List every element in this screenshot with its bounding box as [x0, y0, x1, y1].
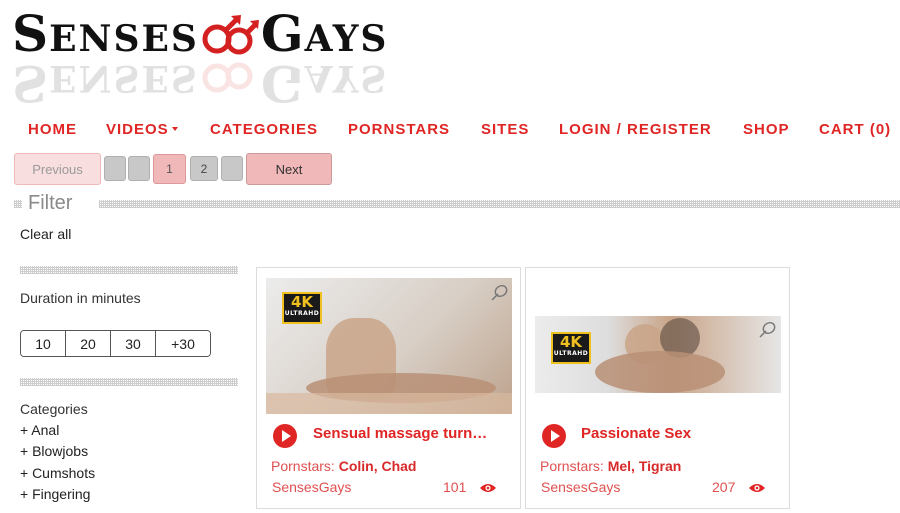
divider [20, 378, 238, 386]
duration-filter: 10 20 30 +30 [20, 330, 211, 357]
video-site[interactable]: SensesGays [541, 479, 620, 495]
thumbnail-figure [266, 393, 512, 414]
pornstars-label: Pornstars: [271, 458, 335, 474]
pornstars-names[interactable]: Colin, Chad [339, 458, 417, 474]
nav-shop[interactable]: SHOP [743, 121, 790, 138]
duration-20-button[interactable]: 20 [66, 331, 111, 356]
duration-30plus-button[interactable]: +30 [156, 331, 210, 356]
logo-reflection: SENSES GAYS [12, 54, 389, 113]
category-fingering[interactable]: + Fingering [20, 486, 90, 502]
categories-label: Categories [20, 401, 88, 417]
video-thumbnail[interactable]: 4K ULTRAHD [535, 316, 781, 393]
divider [99, 200, 900, 208]
nav-pornstars[interactable]: PORNSTARS [348, 121, 450, 138]
page: SENSES GAYS SENSES GAYS HOME VIDEOS CATEGO… [0, 0, 900, 513]
nav-categories[interactable]: CATEGORIES [210, 121, 318, 138]
page-1-button[interactable]: 1 [153, 154, 186, 184]
video-title[interactable]: Passionate Sex [581, 425, 691, 442]
video-title[interactable]: Sensual massage turn… [313, 425, 487, 442]
video-site[interactable]: SensesGays [272, 479, 351, 495]
male-male-symbol-icon [202, 15, 259, 55]
caret-down-icon [171, 127, 178, 131]
nav-login-register[interactable]: LOGIN / REGISTER [559, 121, 712, 138]
page-2-button[interactable]: 2 [190, 156, 218, 181]
video-card[interactable]: 4K ULTRAHD Passionate Sex Pornstars: Mel,… [525, 267, 790, 509]
duration-30-button[interactable]: 30 [111, 331, 156, 356]
filter-heading: Filter [28, 192, 73, 214]
toy-icon[interactable] [757, 320, 777, 340]
play-icon[interactable] [272, 423, 298, 449]
nav-cart[interactable]: CART (0) [819, 121, 891, 138]
category-blowjobs[interactable]: + Blowjobs [20, 443, 88, 459]
pagination-spacer [128, 156, 150, 181]
video-thumbnail[interactable]: 4K ULTRAHD [266, 278, 512, 414]
4k-badge-icon: 4K ULTRAHD [551, 332, 591, 364]
pornstars-line: Pornstars: Mel, Tigran [540, 458, 681, 474]
pornstars-label: Pornstars: [540, 458, 604, 474]
site-logo[interactable]: SENSES GAYS SENSES GAYS [12, 4, 412, 113]
nav-videos[interactable]: VIDEOS [106, 121, 178, 138]
duration-label: Duration in minutes [20, 290, 141, 306]
next-page-button[interactable]: Next [246, 153, 332, 185]
category-cumshots[interactable]: + Cumshots [20, 465, 95, 481]
view-count: 207 [712, 479, 736, 495]
pagination-spacer [221, 156, 243, 181]
pornstars-line: Pornstars: Colin, Chad [271, 458, 416, 474]
view-count: 101 [443, 479, 467, 495]
nav-sites[interactable]: SITES [481, 121, 529, 138]
duration-10-button[interactable]: 10 [21, 331, 66, 356]
nav-videos-label: VIDEOS [106, 121, 169, 138]
divider [14, 200, 22, 208]
thumbnail-figure [595, 351, 725, 393]
pagination-spacer [104, 156, 126, 181]
pornstars-names[interactable]: Mel, Tigran [608, 458, 682, 474]
nav-home[interactable]: HOME [28, 121, 77, 138]
eye-icon [480, 484, 496, 492]
previous-page-button[interactable]: Previous [14, 153, 101, 185]
clear-all-link[interactable]: Clear all [20, 226, 71, 242]
video-card[interactable]: 4K ULTRAHD Sensual massage turn… Pornstar… [256, 267, 521, 509]
divider [20, 266, 238, 274]
eye-icon [749, 484, 765, 492]
4k-badge-icon: 4K ULTRAHD [282, 292, 322, 324]
main-nav: HOME VIDEOS CATEGORIES PORNSTARS SITES L… [0, 121, 900, 143]
category-anal[interactable]: + Anal [20, 422, 59, 438]
play-icon[interactable] [541, 423, 567, 449]
toy-icon[interactable] [489, 283, 509, 303]
